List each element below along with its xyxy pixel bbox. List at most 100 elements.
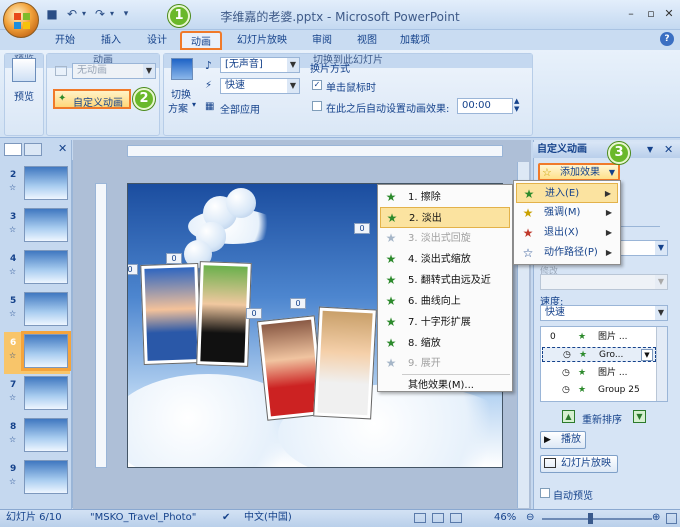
help-icon[interactable]: ? xyxy=(660,32,674,46)
list-scrollbar[interactable] xyxy=(656,327,667,401)
zoom-slider-thumb[interactable] xyxy=(588,513,593,524)
slide-number: 6 xyxy=(10,338,17,348)
zoom-out-icon[interactable]: ⊖ xyxy=(526,510,534,526)
zoom-slider[interactable] xyxy=(542,518,652,520)
close-pane-icon[interactable]: ✕ xyxy=(58,142,67,155)
list-item-name: Group 25 xyxy=(598,385,640,395)
tab-design[interactable]: 设计 xyxy=(140,31,174,50)
preview-icon[interactable] xyxy=(12,58,36,82)
animation-order-tag[interactable]: 0 xyxy=(166,253,182,264)
custom-animation-button[interactable]: ✦ 自定义动画 xyxy=(53,89,131,109)
slide-counter: 幻灯片 6/10 xyxy=(6,512,62,523)
photo-frame[interactable] xyxy=(313,306,377,420)
menu-item-flip[interactable]: ★ 5. 翻转式由远及近 xyxy=(380,270,510,291)
animation-list-item[interactable]: 0 ★ 图片 ... xyxy=(542,330,656,345)
restore-icon[interactable]: ▫ xyxy=(642,6,660,22)
slide-thumbnail[interactable] xyxy=(24,376,68,410)
auto-time-value: 00:00 xyxy=(462,100,491,111)
sound-combo[interactable]: [无声音] ▼ xyxy=(220,57,300,73)
switch-scheme-icon[interactable] xyxy=(171,58,193,80)
menu-item-fade-zoom[interactable]: ★ 4. 淡出式缩放 xyxy=(380,249,510,270)
photo-frame[interactable] xyxy=(140,263,202,365)
menu-item-plus[interactable]: ★ 7. 十字形扩展 xyxy=(380,312,510,333)
photo xyxy=(317,310,373,416)
auto-after-label: 在此之后自动设置动画效果: xyxy=(326,104,450,115)
spellcheck-icon[interactable]: ✔ xyxy=(222,510,230,526)
apply-all-button[interactable]: 全部应用 xyxy=(220,101,260,116)
menu-item-fade[interactable]: ★ 2. 淡出 xyxy=(380,207,510,228)
slideshow-button[interactable]: 幻灯片放映 xyxy=(540,455,618,473)
menu-item-motion-path[interactable]: ☆ 动作路径(P) ▶ xyxy=(516,243,618,263)
on-click-checkbox[interactable]: ✓ xyxy=(312,80,322,90)
play-button[interactable]: ▶ 播放 xyxy=(540,431,586,449)
slide-thumbnail[interactable] xyxy=(24,460,68,494)
menu-item-expand: ★ 9. 展开 xyxy=(380,353,510,374)
menu-item-exit[interactable]: ★ 退出(X) ▶ xyxy=(516,223,618,243)
slideshow-view-icon[interactable] xyxy=(450,513,462,523)
animation-order-tag[interactable]: 0 xyxy=(246,308,262,319)
slide-thumbnail-selected[interactable] xyxy=(21,331,71,371)
start-combo[interactable]: ▼ xyxy=(620,240,668,256)
animation-order-tag[interactable]: 0 xyxy=(128,264,138,275)
tab-review[interactable]: 审阅 xyxy=(305,31,339,50)
animation-list-item[interactable]: ◷ ★ 图片 ... xyxy=(542,366,656,381)
close-window-icon[interactable]: ✕ xyxy=(660,6,678,22)
slide-sorter-icon[interactable] xyxy=(432,513,444,523)
move-down-icon[interactable]: ▼ xyxy=(633,410,646,423)
zoom-level[interactable]: 46% xyxy=(494,510,516,526)
tab-view[interactable]: 视图 xyxy=(350,31,384,50)
office-button[interactable] xyxy=(3,2,39,38)
tab-home[interactable]: 开始 xyxy=(48,31,82,50)
normal-view-icon[interactable] xyxy=(414,513,426,523)
preview-button-label[interactable]: 预览 xyxy=(14,88,34,103)
move-up-icon[interactable]: ▲ xyxy=(562,410,575,423)
time-spinner-icon[interactable]: ▲ ▼ xyxy=(514,97,519,113)
tab-animations[interactable]: 动画 xyxy=(180,31,222,50)
language-indicator[interactable]: 中文(中国) xyxy=(244,510,292,526)
animate-combo[interactable]: 无动画 ▼ xyxy=(72,63,156,79)
photo-frame[interactable] xyxy=(196,261,252,367)
animation-order-tag[interactable]: 0 xyxy=(354,223,370,234)
switch-scheme-label-2[interactable]: 方案 xyxy=(168,100,188,115)
tab-addins[interactable]: 加载项 xyxy=(393,31,437,50)
slide-thumbnail[interactable] xyxy=(24,418,68,452)
close-pane-icon[interactable]: ✕ xyxy=(664,143,673,156)
auto-after-time[interactable]: 00:00 xyxy=(457,98,513,114)
menu-item-label: 6. 曲线向上 xyxy=(408,296,461,307)
menu-item-entrance[interactable]: ★ 进入(E) ▶ xyxy=(516,183,618,203)
animation-order-tag[interactable]: 0 xyxy=(290,298,306,309)
animation-list-item[interactable]: ◷ ★ Group 25 xyxy=(542,383,656,398)
menu-item-label: 动作路径(P) xyxy=(544,247,598,258)
tab-slideshow[interactable]: 幻灯片放映 xyxy=(232,31,292,50)
minimize-icon[interactable]: – xyxy=(622,6,640,22)
autopreview-checkbox[interactable] xyxy=(540,488,550,498)
chevron-down-icon[interactable]: ▼ xyxy=(641,349,653,361)
switch-scheme-dropdown-icon[interactable]: ▾ xyxy=(192,100,196,109)
tab-insert[interactable]: 插入 xyxy=(94,31,128,50)
slide-thumbnail[interactable] xyxy=(24,292,68,326)
zoom-in-icon[interactable]: ⊕ xyxy=(652,510,660,526)
speed-combo[interactable]: 快速 ▼ xyxy=(220,78,300,94)
effect-star-icon: ★ xyxy=(385,231,397,245)
auto-after-checkbox[interactable] xyxy=(312,101,322,111)
fit-to-window-icon[interactable] xyxy=(666,513,677,524)
menu-item-emphasis[interactable]: ★ 强调(M) ▶ xyxy=(516,203,618,223)
apply-all-icon: ▦ xyxy=(205,101,215,112)
menu-item-wipe[interactable]: ★ 1. 擦除 xyxy=(380,187,510,208)
menu-item-zoom[interactable]: ★ 8. 缩放 xyxy=(380,333,510,354)
menu-item-curve-up[interactable]: ★ 6. 曲线向上 xyxy=(380,291,510,312)
chevron-down-icon: ▼ xyxy=(287,58,299,72)
slide-thumbnail[interactable] xyxy=(24,166,68,200)
slide-number: 9 xyxy=(10,464,17,474)
menu-item-label: 2. 淡出 xyxy=(409,213,442,224)
slide-thumbnail[interactable] xyxy=(24,250,68,284)
slide-thumbnail[interactable] xyxy=(24,208,68,242)
pane-options-icon[interactable]: ▼ xyxy=(647,145,653,154)
pane-speed-combo[interactable]: 快速 ▼ xyxy=(540,305,668,321)
menu-item-more-effects[interactable]: 其他效果(M)... xyxy=(380,375,510,396)
switch-scheme-label-1[interactable]: 切换 xyxy=(171,86,191,101)
animation-list-item-selected[interactable]: ◷ ★ Gro... ▼ xyxy=(542,347,656,362)
outline-tab-icon[interactable] xyxy=(24,143,42,156)
slides-tab-icon[interactable] xyxy=(4,143,22,156)
add-effect-button[interactable]: ☆ 添加效果 ▼ xyxy=(538,163,620,181)
